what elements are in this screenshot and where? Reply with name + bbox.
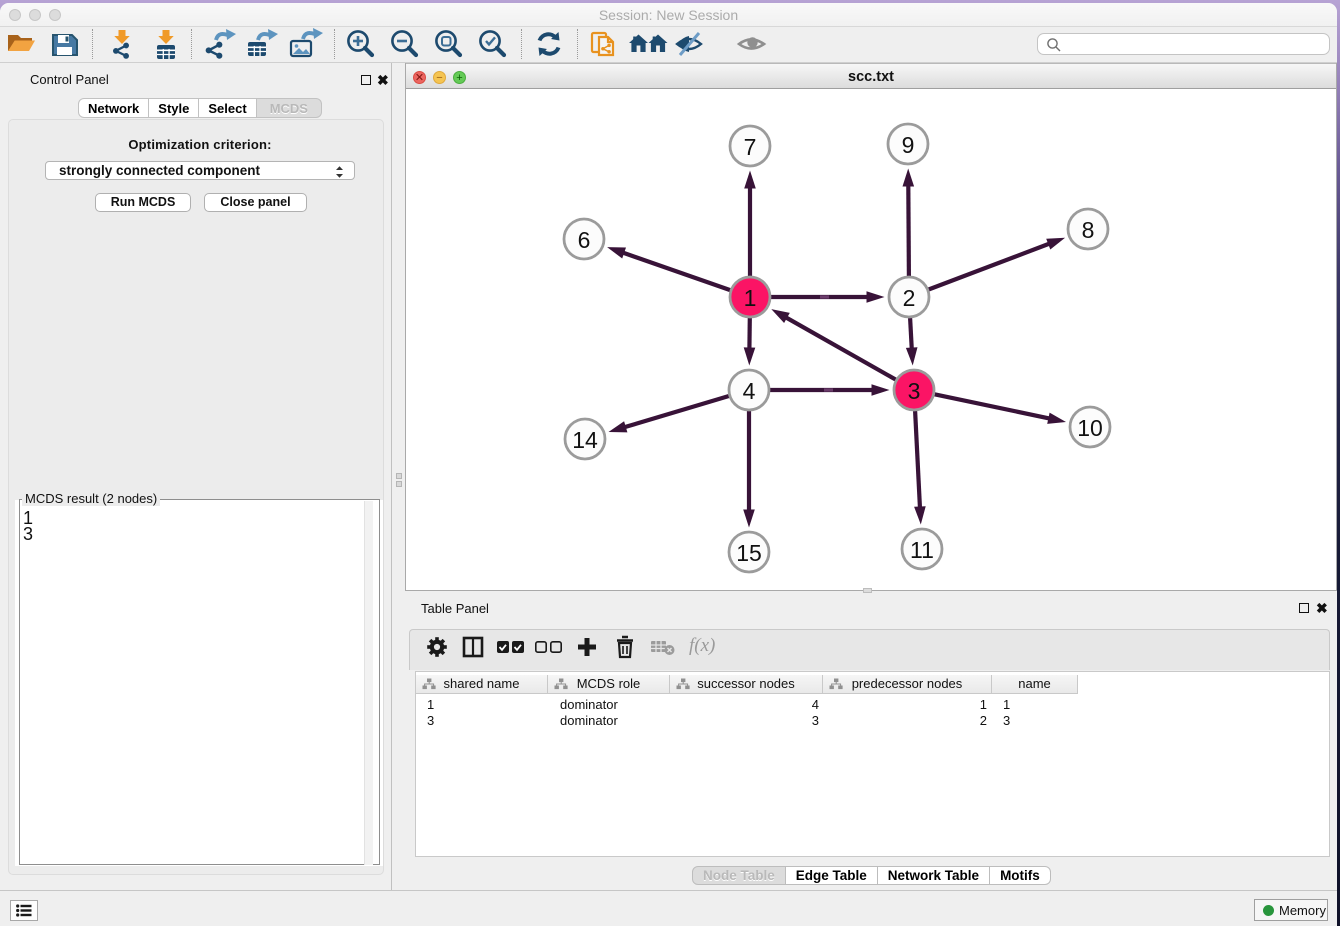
svg-text:7: 7 xyxy=(744,134,757,160)
svg-text:2: 2 xyxy=(903,285,916,311)
svg-text:1: 1 xyxy=(744,285,757,311)
svg-text:8: 8 xyxy=(1082,217,1095,243)
svg-text:10: 10 xyxy=(1077,415,1103,441)
svg-text:9: 9 xyxy=(902,132,915,158)
svg-text:3: 3 xyxy=(908,378,921,404)
svg-text:6: 6 xyxy=(578,227,591,253)
svg-text:14: 14 xyxy=(572,427,598,453)
svg-text:15: 15 xyxy=(736,540,762,566)
svg-text:11: 11 xyxy=(910,537,934,563)
svg-text:4: 4 xyxy=(743,378,756,404)
